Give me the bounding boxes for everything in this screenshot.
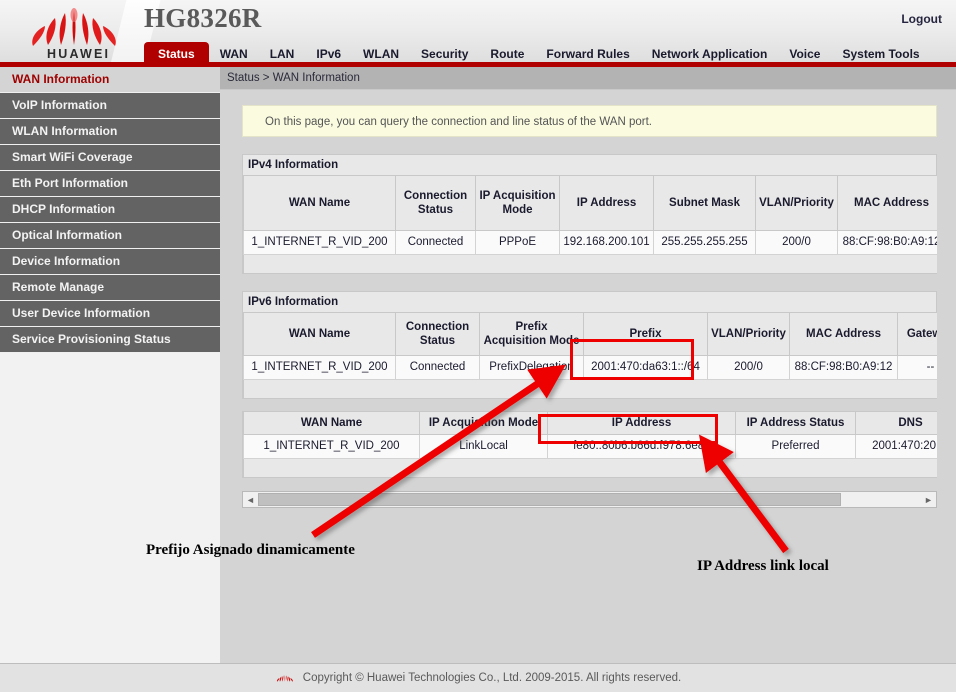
huawei-logo-icon (22, 3, 127, 49)
table-cell: fe80::80b6:b66d:f978:6e8c (548, 435, 736, 459)
ipv4-table-viewport: WAN NameConnection StatusIP Acquisition … (242, 175, 937, 274)
table-spacer-row (244, 380, 938, 399)
ipv6-section-title: IPv6 Information (242, 291, 937, 312)
column-header: Subnet Mask (654, 176, 756, 231)
sidebar-item-eth-port-information[interactable]: Eth Port Information (0, 171, 220, 197)
table-cell: 255.255.255.255 (654, 231, 756, 255)
column-header: DNS (856, 412, 938, 435)
ipv6-address-table-viewport: WAN NameIP Acquisition ModeIP AddressIP … (242, 411, 937, 478)
page-title: HG8326R (144, 3, 262, 34)
ipv6-table-viewport: WAN NameConnection StatusPrefix Acquisit… (242, 312, 937, 399)
table-spacer-cell (244, 255, 938, 274)
table-row: 1_INTERNET_R_VID_200LinkLocalfe80::80b6:… (244, 435, 938, 459)
ipv6-table: WAN NameConnection StatusPrefix Acquisit… (243, 312, 937, 399)
scroll-left-arrow-icon[interactable]: ◄ (243, 492, 258, 507)
table-cell: Connected (396, 231, 476, 255)
table-cell: PPPoE (476, 231, 560, 255)
sidebar-item-remote-manage[interactable]: Remote Manage (0, 275, 220, 301)
table-cell: 88:CF:98:B0:A9:12 (838, 231, 938, 255)
table-spacer-cell (244, 380, 938, 399)
table-cell: 200/0 (756, 231, 838, 255)
horizontal-scrollbar[interactable]: ◄ ► (242, 491, 937, 508)
table-spacer-cell (244, 459, 938, 478)
table-row: 1_INTERNET_R_VID_200ConnectedPPPoE192.16… (244, 231, 938, 255)
breadcrumb: Status > WAN Information (220, 67, 956, 90)
ipv4-table: WAN NameConnection StatusIP Acquisition … (243, 175, 937, 274)
page-footer: Copyright © Huawei Technologies Co., Ltd… (0, 663, 956, 692)
table-cell: PrefixDelegation (480, 356, 584, 380)
huawei-footer-logo-icon (275, 670, 295, 686)
info-banner: On this page, you can query the connecti… (242, 105, 937, 137)
column-header: IP Acquisition Mode (476, 176, 560, 231)
column-header: WAN Name (244, 313, 396, 356)
column-header: VLAN/Priority (756, 176, 838, 231)
sidebar-item-wan-information[interactable]: WAN Information (0, 67, 220, 93)
table-cell: LinkLocal (420, 435, 548, 459)
sidebar-item-service-provisioning-status[interactable]: Service Provisioning Status (0, 327, 220, 353)
table-cell: 200/0 (708, 356, 790, 380)
table-cell: 88:CF:98:B0:A9:12 (790, 356, 898, 380)
sidebar-item-wlan-information[interactable]: WLAN Information (0, 119, 220, 145)
column-header: Gateway (898, 313, 938, 356)
table-cell: 1_INTERNET_R_VID_200 (244, 356, 396, 380)
sidebar-item-dhcp-information[interactable]: DHCP Information (0, 197, 220, 223)
table-cell: -- (898, 356, 938, 380)
column-header: VLAN/Priority (708, 313, 790, 356)
sidebar-item-smart-wifi-coverage[interactable]: Smart WiFi Coverage (0, 145, 220, 171)
main-content: Status > WAN Information On this page, y… (220, 67, 956, 664)
table-spacer-row (244, 255, 938, 274)
column-header: Connection Status (396, 313, 480, 356)
column-header: IP Acquisition Mode (420, 412, 548, 435)
scroll-right-arrow-icon[interactable]: ► (921, 492, 936, 507)
sidebar-item-optical-information[interactable]: Optical Information (0, 223, 220, 249)
column-header: IP Address (548, 412, 736, 435)
column-header: MAC Address (790, 313, 898, 356)
column-header: Connection Status (396, 176, 476, 231)
column-header: IP Address Status (736, 412, 856, 435)
page-header: HUAWEI HG8326R Logout StatusWANLANIPv6WL… (0, 0, 956, 67)
column-header: IP Address (560, 176, 654, 231)
table-spacer-row (244, 459, 938, 478)
column-header: Prefix Acquisition Mode (480, 313, 584, 356)
ipv4-section-title: IPv4 Information (242, 154, 937, 175)
column-header: WAN Name (244, 176, 396, 231)
table-cell: Preferred (736, 435, 856, 459)
table-cell: 192.168.200.101 (560, 231, 654, 255)
table-row: 1_INTERNET_R_VID_200ConnectedPrefixDeleg… (244, 356, 938, 380)
sidebar-item-voip-information[interactable]: VoIP Information (0, 93, 220, 119)
scrollbar-thumb[interactable] (258, 493, 841, 506)
sidebar: WAN InformationVoIP InformationWLAN Info… (0, 67, 220, 664)
content-panel: On this page, you can query the connecti… (242, 105, 937, 508)
huawei-wordmark: HUAWEI (47, 47, 110, 61)
ipv6-header-row: WAN NameConnection StatusPrefix Acquisit… (244, 313, 938, 356)
table-cell: 1_INTERNET_R_VID_200 (244, 435, 420, 459)
ipv6-address-header-row: WAN NameIP Acquisition ModeIP AddressIP … (244, 412, 938, 435)
footer-copyright: Copyright © Huawei Technologies Co., Ltd… (303, 672, 681, 684)
column-header: WAN Name (244, 412, 420, 435)
ipv4-header-row: WAN NameConnection StatusIP Acquisition … (244, 176, 938, 231)
table-cell: 2001:470:da63:1::/64 (584, 356, 708, 380)
sidebar-item-device-information[interactable]: Device Information (0, 249, 220, 275)
logout-button[interactable]: Logout (901, 12, 942, 26)
column-header: Prefix (584, 313, 708, 356)
table-cell: 2001:470:20::2 (856, 435, 938, 459)
huawei-logo: HUAWEI (22, 3, 127, 63)
scrollbar-track[interactable] (258, 492, 921, 507)
table-cell: 1_INTERNET_R_VID_200 (244, 231, 396, 255)
sidebar-item-user-device-information[interactable]: User Device Information (0, 301, 220, 327)
column-header: MAC Address (838, 176, 938, 231)
ipv6-address-table: WAN NameIP Acquisition ModeIP AddressIP … (243, 411, 937, 478)
table-cell: Connected (396, 356, 480, 380)
